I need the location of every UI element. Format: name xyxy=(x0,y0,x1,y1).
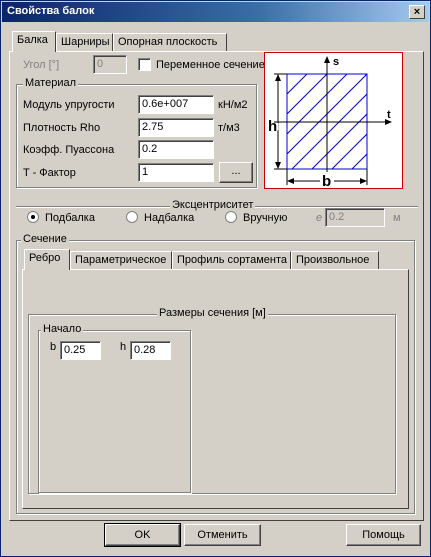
tab-hinges[interactable]: Шарниры xyxy=(56,33,113,51)
elastic-modulus-label: Модуль упругости xyxy=(23,99,115,111)
elastic-modulus-unit: кН/м2 xyxy=(218,99,248,111)
radio-manual[interactable] xyxy=(225,211,237,223)
tab-support-plane[interactable]: Опорная плоскость xyxy=(113,33,227,51)
section-b-input[interactable]: 0.25 xyxy=(60,341,101,360)
section-h-input[interactable]: 0.28 xyxy=(130,341,171,360)
material-group: Материал Модуль упругости 0.6e+007 кН/м2… xyxy=(16,77,257,188)
close-button[interactable]: × xyxy=(409,5,425,19)
elastic-modulus-input[interactable]: 0.6e+007 xyxy=(138,95,214,114)
t-factor-label: T - Фактор xyxy=(23,167,76,179)
density-label: Плотность Rho xyxy=(23,122,101,134)
variable-section-checkbox[interactable] xyxy=(138,58,151,71)
angle-input[interactable]: 0 xyxy=(93,55,127,74)
section-tab-panel: Размеры сечения [м] Начало b 0.25 h 0.28 xyxy=(22,269,409,509)
t-factor-more-button[interactable]: ... xyxy=(219,162,253,183)
poisson-input[interactable]: 0.2 xyxy=(138,140,214,159)
section-start-title: Начало xyxy=(41,323,84,335)
t-factor-input[interactable]: 1 xyxy=(138,163,214,182)
dialog-window: Свойства балок × Балка Шарниры Опорная п… xyxy=(0,0,431,557)
t-axis-label: t xyxy=(387,109,391,121)
tab-rib[interactable]: Ребро xyxy=(24,249,70,270)
poisson-label: Коэфф. Пуассона xyxy=(23,144,115,156)
radio-overbeam[interactable] xyxy=(126,211,138,223)
tab-parametric[interactable]: Параметрическое xyxy=(70,251,172,269)
eccentricity-title: Эксцентриситет xyxy=(170,199,256,211)
tab-beam[interactable]: Балка xyxy=(12,31,56,52)
tab-profile[interactable]: Профиль сортамента xyxy=(172,251,291,269)
section-b-label: b xyxy=(50,341,57,353)
variable-section-label: Переменное сечение xyxy=(156,59,265,71)
eccentricity-e-label: e xyxy=(316,212,323,224)
section-h-label: h xyxy=(120,341,127,353)
radio-overbeam-label: Надбалка xyxy=(144,212,195,224)
section-group-title: Сечение xyxy=(21,233,69,245)
density-unit: т/м3 xyxy=(218,122,240,134)
cancel-button[interactable]: Отменить xyxy=(184,524,261,546)
eccentricity-e-unit: м xyxy=(393,212,401,224)
window-title: Свойства балок xyxy=(7,5,95,17)
section-dims-group: Размеры сечения [м] Начало b 0.25 h 0.28 xyxy=(28,307,396,494)
ok-button[interactable]: OK xyxy=(104,523,181,547)
title-bar: Свойства балок × xyxy=(2,2,429,22)
tab-arbitrary[interactable]: Произвольное xyxy=(291,251,379,269)
density-input[interactable]: 2.75 xyxy=(138,118,214,137)
radio-manual-label: Вручную xyxy=(243,212,288,224)
help-button[interactable]: Помощь xyxy=(346,524,421,546)
angle-label: Угол [°] xyxy=(23,59,60,71)
section-start-group: Начало b 0.25 h 0.28 xyxy=(38,323,191,493)
b-dimension-label: b xyxy=(322,173,331,189)
radio-underbeam[interactable] xyxy=(27,211,39,223)
radio-underbeam-label: Подбалка xyxy=(45,212,95,224)
tab-panel-beam: Угол [°] 0 Переменное сечение Материал М… xyxy=(9,51,424,521)
h-dimension-label: h xyxy=(268,118,277,135)
material-group-title: Материал xyxy=(23,77,78,89)
s-axis-label: s xyxy=(333,56,339,68)
cross-section-diagram: s t ■ h b xyxy=(264,52,403,189)
section-dims-title: Размеры сечения [м] xyxy=(157,307,268,319)
eccentricity-e-input[interactable]: 0.2 xyxy=(325,208,385,227)
